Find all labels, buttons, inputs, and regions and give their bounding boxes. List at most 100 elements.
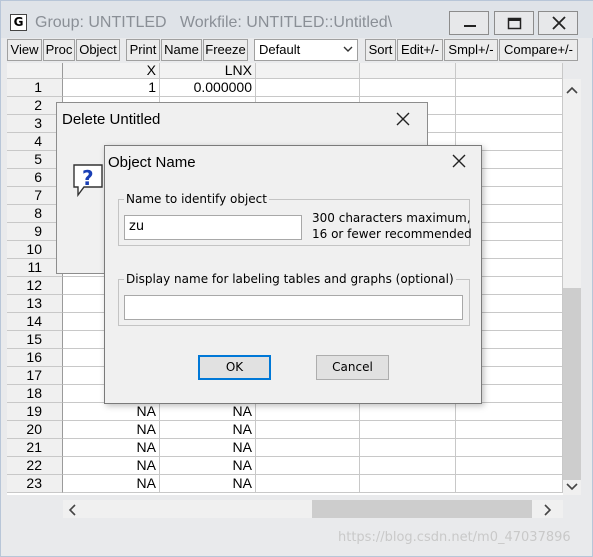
cell-lnx[interactable]: NA <box>160 403 256 421</box>
cell-x[interactable]: NA <box>63 457 160 475</box>
row-number[interactable]: 6 <box>7 169 63 187</box>
row-number[interactable]: 14 <box>7 313 63 331</box>
row-number[interactable]: 4 <box>7 133 63 151</box>
cell-empty[interactable] <box>456 475 563 493</box>
object-button[interactable]: Object <box>76 39 120 61</box>
freeze-button[interactable]: Freeze <box>203 39 248 61</box>
row-number[interactable]: 8 <box>7 205 63 223</box>
cell-x[interactable]: NA <box>63 475 160 493</box>
row-number[interactable]: 15 <box>7 331 63 349</box>
row-number[interactable]: 16 <box>7 349 63 367</box>
toolbar: View Proc Object Print Name Freeze Defau… <box>1 39 593 63</box>
column-header-x[interactable]: X <box>63 63 160 79</box>
cell-empty[interactable] <box>456 421 563 439</box>
cell-empty[interactable] <box>360 421 456 439</box>
cell-lnx[interactable]: NA <box>160 475 256 493</box>
column-header-empty[interactable] <box>256 63 360 79</box>
cell-empty[interactable] <box>360 475 456 493</box>
cell-empty[interactable] <box>456 115 563 133</box>
cell-empty[interactable] <box>360 403 456 421</box>
minimize-button[interactable] <box>449 11 489 35</box>
window-title: Group: UNTITLED Workfile: UNTITLED::Unti… <box>35 14 393 31</box>
cell-x[interactable]: NA <box>63 421 160 439</box>
cell-lnx[interactable]: 0.000000 <box>160 79 256 97</box>
row-number[interactable]: 21 <box>7 439 63 457</box>
minimize-icon <box>464 25 476 27</box>
row-number[interactable]: 2 <box>7 97 63 115</box>
display-name-input[interactable] <box>124 295 463 320</box>
row-number[interactable]: 22 <box>7 457 63 475</box>
cell-lnx[interactable]: NA <box>160 457 256 475</box>
object-name-dialog-title: Object Name <box>108 154 196 171</box>
close-icon[interactable] <box>395 111 411 127</box>
row-number[interactable]: 10 <box>7 241 63 259</box>
row-number[interactable]: 18 <box>7 385 63 403</box>
display-format-select[interactable]: Default <box>254 39 358 61</box>
delete-dialog-title: Delete Untitled <box>62 111 161 128</box>
row-number[interactable]: 19 <box>7 403 63 421</box>
name-button[interactable]: Name <box>161 39 202 61</box>
compare-button[interactable]: Compare+/- <box>499 39 578 61</box>
row-number[interactable]: 3 <box>7 115 63 133</box>
close-icon[interactable] <box>451 153 467 169</box>
display-format-value: Default <box>259 42 301 57</box>
row-number[interactable]: 7 <box>7 187 63 205</box>
cell-empty[interactable] <box>360 439 456 457</box>
row-number[interactable]: 23 <box>7 475 63 493</box>
scroll-up-icon[interactable] <box>565 85 579 95</box>
cell-lnx[interactable]: NA <box>160 439 256 457</box>
edit-button[interactable]: Edit+/- <box>397 39 443 61</box>
cancel-button[interactable]: Cancel <box>316 355 389 380</box>
title-bar[interactable]: G Group: UNTITLED Workfile: UNTITLED::Un… <box>1 1 593 38</box>
object-name-input[interactable]: zu <box>124 215 302 240</box>
cell-empty[interactable] <box>256 421 360 439</box>
proc-button[interactable]: Proc <box>43 39 75 61</box>
cell-empty[interactable] <box>456 97 563 115</box>
column-header-empty[interactable] <box>360 63 456 79</box>
row-number[interactable]: 1 <box>7 79 63 97</box>
object-name-dialog: Object Name Name to identify object zu 3… <box>104 145 482 404</box>
svg-text:?: ? <box>82 166 94 190</box>
row-number[interactable]: 5 <box>7 151 63 169</box>
display-name-group-label: Display name for labeling tables and gra… <box>124 272 456 286</box>
row-number[interactable]: 9 <box>7 223 63 241</box>
view-button[interactable]: View <box>7 39 42 61</box>
column-header-empty[interactable] <box>456 63 563 79</box>
cell-empty[interactable] <box>360 79 456 97</box>
sort-button[interactable]: Sort <box>365 39 396 61</box>
row-number[interactable]: 13 <box>7 295 63 313</box>
smpl-button[interactable]: Smpl+/- <box>444 39 498 61</box>
row-number[interactable]: 20 <box>7 421 63 439</box>
chevron-down-icon <box>343 46 353 52</box>
cell-empty[interactable] <box>456 439 563 457</box>
maximize-icon <box>507 17 522 30</box>
row-number[interactable]: 11 <box>7 259 63 277</box>
close-window-button[interactable] <box>538 11 578 35</box>
horizontal-scroll-thumb[interactable] <box>312 500 532 518</box>
scroll-left-icon[interactable] <box>67 503 77 517</box>
cell-empty[interactable] <box>256 475 360 493</box>
scroll-right-icon[interactable] <box>543 503 553 517</box>
corner-header <box>7 63 63 79</box>
cell-x[interactable]: NA <box>63 439 160 457</box>
cell-empty[interactable] <box>360 457 456 475</box>
scroll-down-icon[interactable] <box>565 482 579 492</box>
cell-empty[interactable] <box>256 439 360 457</box>
cell-x[interactable]: 1 <box>63 79 160 97</box>
cell-x[interactable]: NA <box>63 403 160 421</box>
maximize-button[interactable] <box>494 11 534 35</box>
cell-empty[interactable] <box>456 457 563 475</box>
cell-empty[interactable] <box>256 79 360 97</box>
cell-empty[interactable] <box>456 79 563 97</box>
ok-button[interactable]: OK <box>198 355 271 380</box>
cell-empty[interactable] <box>256 403 360 421</box>
print-button[interactable]: Print <box>126 39 160 61</box>
vertical-scroll-thumb[interactable] <box>563 288 581 480</box>
cell-empty[interactable] <box>256 457 360 475</box>
cell-lnx[interactable]: NA <box>160 421 256 439</box>
column-header-lnx[interactable]: LNX <box>160 63 256 79</box>
name-hint-line2: 16 or fewer recommended <box>312 227 472 241</box>
row-number[interactable]: 12 <box>7 277 63 295</box>
cell-empty[interactable] <box>456 403 563 421</box>
row-number[interactable]: 17 <box>7 367 63 385</box>
